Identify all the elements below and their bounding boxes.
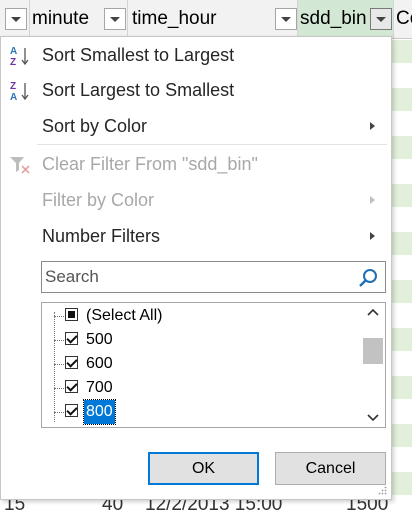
sdd-bin-filter-dropdown-button[interactable] (370, 8, 392, 30)
list-item-500[interactable]: 500 (42, 328, 362, 352)
c1-filter-dropdown-button[interactable] (5, 8, 27, 30)
cell-background (392, 232, 412, 255)
clear-filter-label: Clear Filter From "sdd_bin" (42, 154, 258, 174)
list-item-label: 800 (83, 399, 116, 425)
clear-filter-icon (10, 157, 30, 174)
search-icon[interactable] (357, 267, 379, 289)
scrollbar-thumb[interactable] (363, 338, 383, 364)
sort-ascending-icon-bottom-letter: Z (10, 57, 16, 67)
list-item-label: 600 (86, 355, 113, 372)
submenu-arrow-icon (370, 122, 375, 130)
cell-background (392, 376, 412, 399)
tree-connector (54, 388, 64, 389)
sort-descending-icon: Z A (10, 81, 29, 102)
cell-background (392, 472, 412, 495)
list-item-label: 500 (86, 331, 113, 348)
value-checkbox[interactable] (65, 332, 78, 345)
search-input[interactable] (43, 263, 347, 291)
time-hour-filter-dropdown-button[interactable] (275, 8, 297, 30)
tree-connector (54, 412, 64, 413)
tree-connector (54, 364, 64, 365)
clear-filter-menu-item: Clear Filter From "sdd_bin" (1, 147, 391, 181)
cell-background (392, 184, 412, 207)
number-filters-label: Number Filters (42, 226, 161, 246)
column-header-next-label: Co (396, 8, 412, 29)
sort-ascending-label: Sort Smallest to Largest (42, 45, 235, 65)
list-item-label: 700 (86, 379, 113, 396)
list-item-600[interactable]: 600 (42, 352, 362, 376)
column-header-sdd-bin-label: sdd_bin (300, 8, 367, 29)
cell-background (392, 40, 412, 63)
list-item-label: (Select All) (86, 307, 163, 324)
number-filters-menu-item[interactable]: Number Filters (1, 219, 391, 253)
sort-descending-icon-top-letter: Z (10, 81, 16, 92)
column-header-c1[interactable] (0, 0, 30, 38)
filter-values-list[interactable]: (Select All) 500 600 700 800 (41, 302, 386, 428)
sort-ascending-menu-item[interactable]: A Z Sort Smallest to Largest (1, 38, 391, 72)
list-item-800[interactable]: 800 (42, 399, 362, 425)
value-checkbox[interactable] (65, 380, 78, 393)
tree-connector (54, 316, 64, 317)
column-header-time-hour[interactable]: time_hour (128, 0, 298, 38)
list-item-700[interactable]: 700 (42, 376, 362, 400)
autofilter-dropdown: A Z Sort Smallest to Largest Z A Sort La… (0, 36, 392, 500)
sort-descending-label: Sort Largest to Smallest (42, 80, 235, 100)
menu-separator (37, 144, 387, 145)
column-header-minute-label: minute (32, 8, 90, 29)
sort-by-color-menu-item[interactable]: Sort by Color (1, 109, 391, 143)
sort-descending-menu-item[interactable]: Z A Sort Largest to Smallest (1, 73, 391, 107)
value-checkbox[interactable] (65, 404, 78, 417)
cell-background (392, 328, 412, 351)
cell-background (392, 136, 412, 159)
filter-by-color-menu-item: Filter by Color (1, 183, 391, 217)
submenu-arrow-icon (370, 232, 375, 240)
ok-button[interactable]: OK (148, 452, 259, 485)
sort-ascending-icon: A Z (10, 46, 29, 67)
minute-filter-dropdown-button[interactable] (104, 8, 126, 30)
scroll-up-arrow-icon[interactable] (361, 303, 385, 321)
select-all-checkbox[interactable] (65, 308, 78, 321)
sort-by-color-label: Sort by Color (42, 116, 148, 136)
search-box[interactable] (41, 261, 386, 293)
list-scrollbar[interactable] (361, 303, 385, 427)
resize-grip-icon[interactable] (377, 485, 387, 495)
cancel-button[interactable]: Cancel (275, 452, 386, 485)
scroll-down-arrow-icon[interactable] (361, 409, 385, 427)
tree-connector (54, 340, 64, 341)
filter-by-color-label: Filter by Color (42, 190, 155, 210)
column-header-row: minute time_hour sdd_bin Co (0, 0, 412, 39)
sort-descending-icon-bottom-letter: A (10, 92, 17, 102)
value-checkbox[interactable] (65, 356, 78, 369)
cell-background (392, 424, 412, 447)
submenu-arrow-icon (370, 196, 375, 204)
column-header-next[interactable]: Co (394, 0, 412, 38)
cell-background (392, 280, 412, 303)
sort-ascending-icon-top-letter: A (10, 46, 17, 57)
cell-background (392, 88, 412, 111)
column-header-time-hour-label: time_hour (132, 8, 217, 29)
list-item-select-all[interactable]: (Select All) (42, 304, 362, 328)
